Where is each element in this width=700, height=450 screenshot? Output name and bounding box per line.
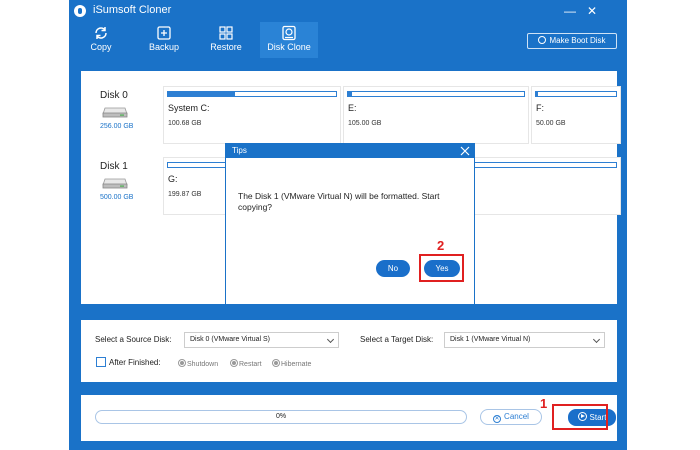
disk-row: Disk 0 256.00 GB System C: 100.68 GB E: …: [97, 86, 621, 144]
partition-usage-bar: [347, 91, 525, 97]
app-logo-icon: [74, 5, 86, 17]
partition-block[interactable]: System C: 100.68 GB: [163, 86, 341, 144]
progress-percent: 0%: [275, 413, 287, 420]
chevron-down-icon: [592, 335, 601, 344]
source-disk-select[interactable]: Disk 0 (VMware Virtual S): [184, 332, 339, 348]
radio-dot-icon: [230, 359, 238, 367]
refresh-icon: [95, 27, 107, 39]
chevron-down-icon: [326, 335, 335, 344]
dialog-title-bar: Tips: [226, 144, 474, 158]
partition-usage-fill: [536, 92, 538, 96]
dialog-message: The Disk 1 (VMware Virtual N) will be fo…: [238, 191, 440, 212]
partition-size: 100.68 GB: [168, 120, 202, 127]
hard-disk-icon: [102, 178, 128, 189]
partition-name: System C:: [168, 103, 210, 113]
progress-bar: 0%: [95, 410, 467, 424]
source-disk-value: Disk 0 (VMware Virtual S): [190, 336, 271, 343]
nav-backup-label: Backup: [148, 42, 180, 52]
radio-dot-icon: [272, 359, 280, 367]
close-window-button[interactable]: ✕: [583, 2, 601, 20]
target-disk-select[interactable]: Disk 1 (VMware Virtual N): [444, 332, 605, 348]
partition-name: F:: [536, 103, 544, 113]
partition-block[interactable]: F: 50.00 GB: [531, 86, 621, 144]
radio-restart-label: Restart: [239, 361, 262, 368]
cancel-button[interactable]: ✕ Cancel: [480, 409, 542, 425]
backup-icon: [157, 26, 171, 40]
restore-icon: [219, 26, 233, 40]
target-disk-label: Select a Target Disk:: [360, 335, 434, 344]
nav-copy[interactable]: Copy: [86, 22, 116, 58]
annotation-box-yes: [419, 254, 464, 282]
disk-name: Disk 0: [100, 90, 128, 101]
target-disk-value: Disk 1 (VMware Virtual N): [450, 336, 531, 343]
partition-size: 199.87 GB: [168, 191, 202, 198]
hard-disk-icon: [102, 107, 128, 118]
disk-name: Disk 1: [100, 161, 128, 172]
partition-size: 50.00 GB: [536, 120, 566, 127]
annotation-box-start: [552, 404, 608, 430]
title-bar: iSumsoft Cloner — ✕: [69, 0, 627, 22]
radio-restart[interactable]: Restart: [230, 359, 262, 368]
source-disk-label: Select a Source Disk:: [95, 335, 172, 344]
cancel-label: Cancel: [504, 412, 529, 421]
nav-disk-clone-label: Disk Clone: [267, 42, 311, 52]
disk-size: 256.00 GB: [100, 123, 134, 130]
disk-info[interactable]: Disk 0 256.00 GB: [97, 86, 149, 144]
annotation-step-1: 1: [540, 396, 548, 411]
minimize-button[interactable]: —: [561, 2, 579, 20]
boot-disk-icon: [538, 36, 547, 44]
nav-disk-clone[interactable]: Disk Clone: [260, 22, 318, 58]
nav-restore[interactable]: Restore: [207, 22, 245, 58]
annotation-step-2: 2: [437, 238, 445, 253]
partition-name: G:: [168, 174, 178, 184]
selection-panel: Select a Source Disk: Disk 0 (VMware Vir…: [81, 320, 617, 382]
after-finished-label: After Finished:: [109, 358, 161, 367]
partition-usage-fill: [168, 92, 236, 96]
radio-hibernate[interactable]: Hibernate: [272, 359, 311, 368]
tips-dialog: Tips The Disk 1 (VMware Virtual N) will …: [225, 143, 475, 305]
radio-shutdown[interactable]: Shutdown: [178, 359, 218, 368]
cancel-icon: ✕: [493, 415, 502, 423]
disk-size: 500.00 GB: [100, 194, 134, 201]
nav-copy-label: Copy: [90, 42, 112, 52]
close-icon[interactable]: [458, 144, 472, 158]
app-window: iSumsoft Cloner — ✕ Copy Backup Restore …: [69, 0, 627, 450]
disk-info[interactable]: Disk 1 500.00 GB: [97, 157, 149, 215]
app-title: iSumsoft Cloner: [93, 4, 172, 16]
partition-usage-bar: [167, 91, 337, 97]
nav-restore-label: Restore: [210, 42, 242, 52]
partition-usage-fill: [348, 92, 352, 96]
make-boot-disk-button[interactable]: Make Boot Disk: [527, 33, 617, 49]
progress-panel: 0% ✕ Cancel Start: [81, 395, 617, 441]
radio-dot-icon: [178, 359, 186, 367]
radio-hibernate-label: Hibernate: [281, 361, 312, 368]
dialog-title: Tips: [232, 146, 247, 155]
partition-name: E:: [348, 103, 357, 113]
nav-backup[interactable]: Backup: [145, 22, 183, 58]
make-boot-disk-label: Make Boot Disk: [549, 36, 606, 45]
partition-size: 105.00 GB: [348, 120, 382, 127]
no-button[interactable]: No: [376, 260, 410, 277]
disk-clone-icon: [282, 25, 296, 41]
partition-usage-bar: [535, 91, 617, 97]
radio-shutdown-label: Shutdown: [187, 361, 219, 368]
after-finished-checkbox[interactable]: [96, 357, 106, 367]
partition-block[interactable]: E: 105.00 GB: [343, 86, 529, 144]
